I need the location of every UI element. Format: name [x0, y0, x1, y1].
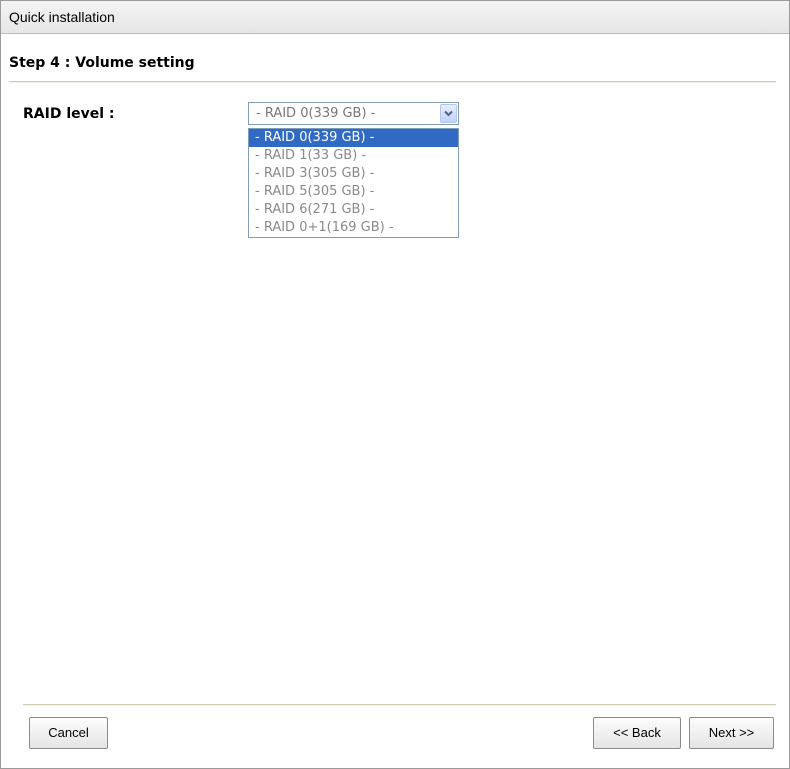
- raid-option[interactable]: - RAID 3(305 GB) -: [249, 165, 458, 183]
- step-title: Step 4 : Volume setting: [9, 55, 195, 71]
- raid-level-select[interactable]: - RAID 0(339 GB) -: [248, 102, 459, 125]
- raid-option[interactable]: - RAID 1(33 GB) -: [249, 147, 458, 165]
- raid-option[interactable]: - RAID 5(305 GB) -: [249, 183, 458, 201]
- cancel-button[interactable]: Cancel: [29, 717, 108, 749]
- raid-option[interactable]: - RAID 0(339 GB) -: [249, 129, 458, 147]
- dropdown-arrow-button[interactable]: [440, 104, 457, 123]
- raid-level-dropdown-list: - RAID 0(339 GB) - - RAID 1(33 GB) - - R…: [248, 128, 459, 238]
- chevron-down-icon: [444, 110, 453, 117]
- raid-level-label: RAID level :: [23, 106, 115, 122]
- quick-installation-window: Quick installation Step 4 : Volume setti…: [0, 0, 790, 769]
- next-button[interactable]: Next >>: [689, 717, 774, 749]
- raid-option[interactable]: - RAID 6(271 GB) -: [249, 201, 458, 219]
- raid-level-select-value: - RAID 0(339 GB) -: [256, 106, 376, 121]
- bottom-divider: [23, 704, 776, 706]
- back-button[interactable]: << Back: [593, 717, 681, 749]
- raid-option[interactable]: - RAID 0+1(169 GB) -: [249, 219, 458, 237]
- top-divider: [9, 81, 776, 83]
- window-title: Quick installation: [1, 1, 789, 34]
